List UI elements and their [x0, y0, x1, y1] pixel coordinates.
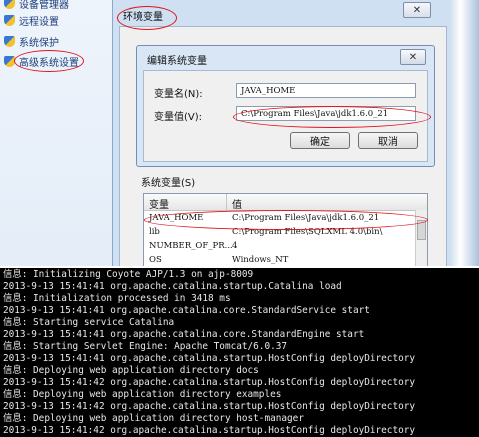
- edit-system-variable-dialog: 编辑系统变量 ✕ 变量名(N): JAVA_HOME 变量值(V): C:\Pr…: [136, 45, 435, 167]
- console-line: 信息: Starting service Catalina: [3, 317, 175, 328]
- nav-item-label: 系统保护: [19, 37, 59, 49]
- nav-item-device-manager[interactable]: 设备管理器: [4, 0, 69, 11]
- table-row[interactable]: JAVA_HOME C:\Program Files\Java\jdk1.6.0…: [144, 212, 416, 225]
- console-line: 2013-9-13 15:41:42 org.apache.catalina.s…: [3, 377, 416, 388]
- console-line: 信息: Initializing Coyote AJP/1.3 on ajp-8…: [3, 269, 254, 280]
- row-value: C:\Program Files\Java\jdk1.6.0_21: [232, 213, 380, 223]
- console-line: 信息: Deploying web application directory …: [3, 365, 259, 376]
- scrollbar-thumb[interactable]: [417, 220, 426, 240]
- vertical-scrollbar[interactable]: [415, 210, 427, 266]
- edit-dialog-title: 编辑系统变量: [147, 56, 207, 67]
- variable-value-label: 变量值(V):: [154, 112, 203, 123]
- table-row[interactable]: lib C:\Program Files\SQLXML 4.0\bin\: [144, 226, 416, 239]
- row-value: C:\Program Files\SQLXML 4.0\bin\: [232, 227, 383, 237]
- edit-close-button[interactable]: ✕: [400, 49, 426, 65]
- console-line: 信息: Deploying web application directory …: [3, 389, 282, 400]
- row-variable: NUMBER_OF_PR...: [149, 241, 233, 251]
- nav-item-system-protection[interactable]: 系统保护: [4, 33, 59, 49]
- table-header: 变量 值: [144, 194, 427, 211]
- background-window-edge: [448, 0, 479, 266]
- close-icon: ✕: [408, 51, 418, 63]
- nav-item-label: 高级系统设置: [19, 57, 79, 69]
- shield-icon: [4, 0, 15, 9]
- column-header-variable[interactable]: 变量: [149, 196, 169, 211]
- system-variables-table[interactable]: 变量 值 JAVA_HOME C:\Program Files\Java\jdk…: [143, 193, 428, 266]
- nav-item-advanced-system-settings[interactable]: 高级系统设置: [4, 53, 79, 69]
- row-value: Windows_NT: [232, 255, 289, 265]
- edit-dialog-body: 变量名(N): JAVA_HOME 变量值(V): C:\Program Fil…: [143, 70, 428, 162]
- variable-value-field[interactable]: C:\Program Files\Java\jdk1.6.0_21: [236, 106, 416, 121]
- row-value: 4: [232, 241, 238, 251]
- shield-icon: [4, 55, 15, 67]
- nav-item-label: 设备管理器: [19, 0, 69, 11]
- console-line: 信息: Deploying web application directory …: [3, 413, 304, 424]
- console-line: 信息: Initialization processed in 3418 ms: [3, 293, 231, 304]
- console-line: 信息: Starting Servlet Engine: Apache Tomc…: [3, 341, 288, 352]
- table-row[interactable]: OS Windows_NT: [144, 254, 416, 266]
- shield-icon: [4, 35, 15, 47]
- env-window-title: 环境变量: [123, 12, 163, 23]
- column-divider: [226, 194, 227, 210]
- console-line: 2013-9-13 15:41:41 org.apache.catalina.s…: [3, 281, 342, 292]
- system-left-nav: 设备管理器 远程设置 系统保护 高级系统设置: [0, 0, 112, 266]
- row-variable: OS: [149, 255, 162, 265]
- system-settings-screenshot: 设备管理器 远程设置 系统保护 高级系统设置 环境变量 ✕ 编辑系统变量 ✕ 变…: [0, 0, 479, 266]
- console-window: 信息: Initializing Coyote AJP/1.3 on ajp-8…: [0, 268, 479, 437]
- row-variable: JAVA_HOME: [149, 213, 204, 223]
- system-variables-label: 系统变量(S): [141, 178, 196, 189]
- cancel-button[interactable]: 取消: [358, 132, 418, 149]
- console-line: 2013-9-13 15:41:42 org.apache.catalina.s…: [3, 425, 416, 436]
- env-close-button[interactable]: ✕: [403, 2, 431, 18]
- close-icon: ✕: [412, 4, 422, 16]
- nav-item-remote-settings[interactable]: 远程设置: [4, 12, 59, 28]
- variable-name-label: 变量名(N):: [154, 89, 203, 100]
- table-row[interactable]: NUMBER_OF_PR... 4: [144, 240, 416, 253]
- console-line: 2013-9-13 15:41:41 org.apache.catalina.c…: [3, 305, 370, 316]
- console-line: 2013-9-13 15:41:42 org.apache.catalina.s…: [3, 401, 416, 412]
- nav-item-label: 远程设置: [19, 16, 59, 28]
- console-line: 2013-9-13 15:41:41 org.apache.catalina.c…: [3, 329, 365, 340]
- column-header-value[interactable]: 值: [232, 196, 242, 211]
- console-line: 2013-9-13 15:41:41 org.apache.catalina.s…: [3, 353, 416, 364]
- row-variable: lib: [149, 227, 160, 237]
- shield-icon: [4, 14, 15, 26]
- ok-button[interactable]: 确定: [290, 132, 350, 149]
- variable-name-field[interactable]: JAVA_HOME: [236, 83, 416, 98]
